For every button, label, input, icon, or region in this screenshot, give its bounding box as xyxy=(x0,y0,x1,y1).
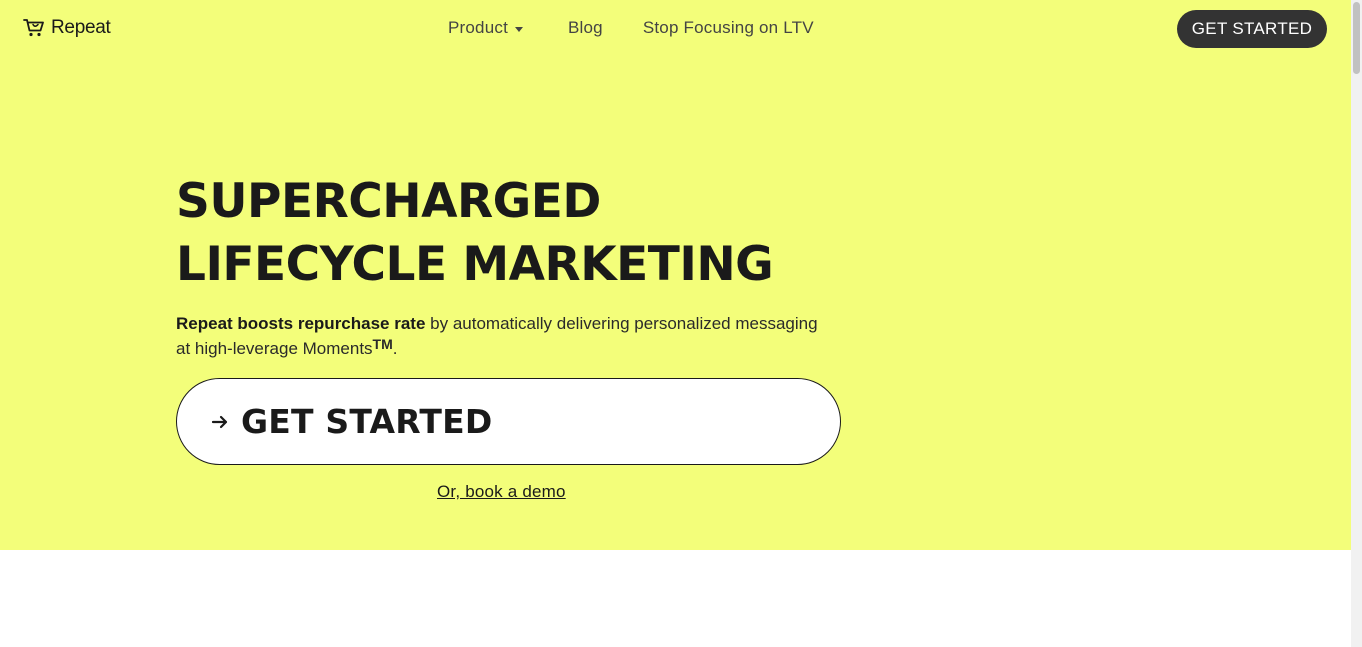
trademark-mark: TM xyxy=(372,336,393,352)
nav-item-product[interactable]: Product xyxy=(448,18,523,38)
main-nav: Product Blog Stop Focusing on LTV xyxy=(448,17,814,39)
nav-item-ltv-label: Stop Focusing on LTV xyxy=(642,18,814,37)
logo-text: Repeat xyxy=(51,17,111,38)
logo-link[interactable]: Repeat xyxy=(23,17,111,39)
nav-item-stop-focusing-on-ltv[interactable]: Stop Focusing on LTV xyxy=(643,18,814,38)
shopping-cart-icon xyxy=(23,19,44,37)
nav-get-started-button[interactable]: GET STARTED xyxy=(1177,10,1327,48)
hero-subtext: Repeat boosts repurchase rate by automat… xyxy=(176,311,826,361)
caret-down-icon xyxy=(515,27,523,32)
nav-item-product-label: Product xyxy=(448,18,508,37)
subtext-end: . xyxy=(392,339,398,358)
headline-line-1: SUPERCHARGED xyxy=(176,174,601,229)
page: Repeat Product Blog Stop Focusing on LTV… xyxy=(0,0,1362,647)
hero-section: Repeat Product Blog Stop Focusing on LTV… xyxy=(0,0,1351,550)
hero-cta-label: GET STARTED xyxy=(241,402,493,441)
subtext-bold: Repeat boosts repurchase rate xyxy=(176,314,426,333)
scrollbar-thumb[interactable] xyxy=(1353,2,1360,74)
hero-get-started-button[interactable]: GET STARTED xyxy=(176,378,841,465)
hero-headline: SUPERCHARGED LIFECYCLE MARKETING xyxy=(176,170,876,296)
book-demo-link[interactable]: Or, book a demo xyxy=(437,482,566,502)
nav-item-blog[interactable]: Blog xyxy=(568,18,603,38)
arrow-right-icon xyxy=(211,415,228,428)
headline-line-2: LIFECYCLE MARKETING xyxy=(176,237,774,292)
page-scrollbar[interactable] xyxy=(1351,0,1362,647)
nav-item-blog-label: Blog xyxy=(568,18,603,37)
